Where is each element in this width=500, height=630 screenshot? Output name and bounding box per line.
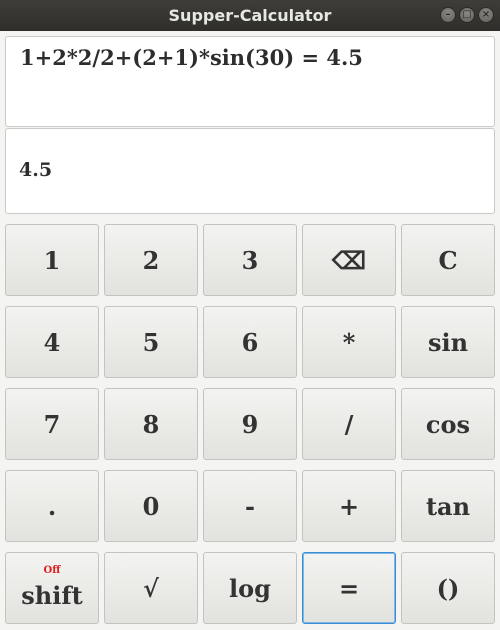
result-text: 4.5 [19, 159, 53, 181]
key-2-button[interactable]: 2 [104, 224, 198, 296]
expression-text: 1+2*2/2+(2+1)*sin(30) = 4.5 [20, 45, 363, 70]
divide-button[interactable]: / [302, 388, 396, 460]
parentheses-button[interactable]: () [401, 552, 495, 624]
key-8-button[interactable]: 8 [104, 388, 198, 460]
key-3-button[interactable]: 3 [203, 224, 297, 296]
minus-button[interactable]: - [203, 470, 297, 542]
equals-button[interactable]: = [302, 552, 396, 624]
result-display[interactable]: 4.5 [5, 128, 495, 214]
sqrt-button[interactable]: √ [104, 552, 198, 624]
key-7-button[interactable]: 7 [5, 388, 99, 460]
backspace-button[interactable]: ⌫ [302, 224, 396, 296]
minimize-button[interactable]: – [440, 7, 456, 23]
window-title: Supper-Calculator [168, 6, 332, 25]
key-6-button[interactable]: 6 [203, 306, 297, 378]
shift-label: shift [21, 580, 83, 610]
shift-button[interactable]: Off shift [5, 552, 99, 624]
maximize-button[interactable]: □ [459, 7, 475, 23]
expression-display[interactable]: 1+2*2/2+(2+1)*sin(30) = 4.5 [5, 36, 495, 127]
log-button[interactable]: log [203, 552, 297, 624]
key-0-button[interactable]: 0 [104, 470, 198, 542]
close-button[interactable]: × [478, 7, 494, 23]
key-9-button[interactable]: 9 [203, 388, 297, 460]
sin-button[interactable]: sin [401, 306, 495, 378]
decimal-point-button[interactable]: . [5, 470, 99, 542]
clear-button[interactable]: C [401, 224, 495, 296]
key-4-button[interactable]: 4 [5, 306, 99, 378]
backspace-icon: ⌫ [332, 245, 366, 275]
cos-button[interactable]: cos [401, 388, 495, 460]
title-bar: Supper-Calculator – □ × [0, 0, 500, 31]
plus-button[interactable]: + [302, 470, 396, 542]
tan-button[interactable]: tan [401, 470, 495, 542]
key-5-button[interactable]: 5 [104, 306, 198, 378]
shift-state-indicator: Off [43, 565, 61, 576]
key-1-button[interactable]: 1 [5, 224, 99, 296]
multiply-button[interactable]: * [302, 306, 396, 378]
